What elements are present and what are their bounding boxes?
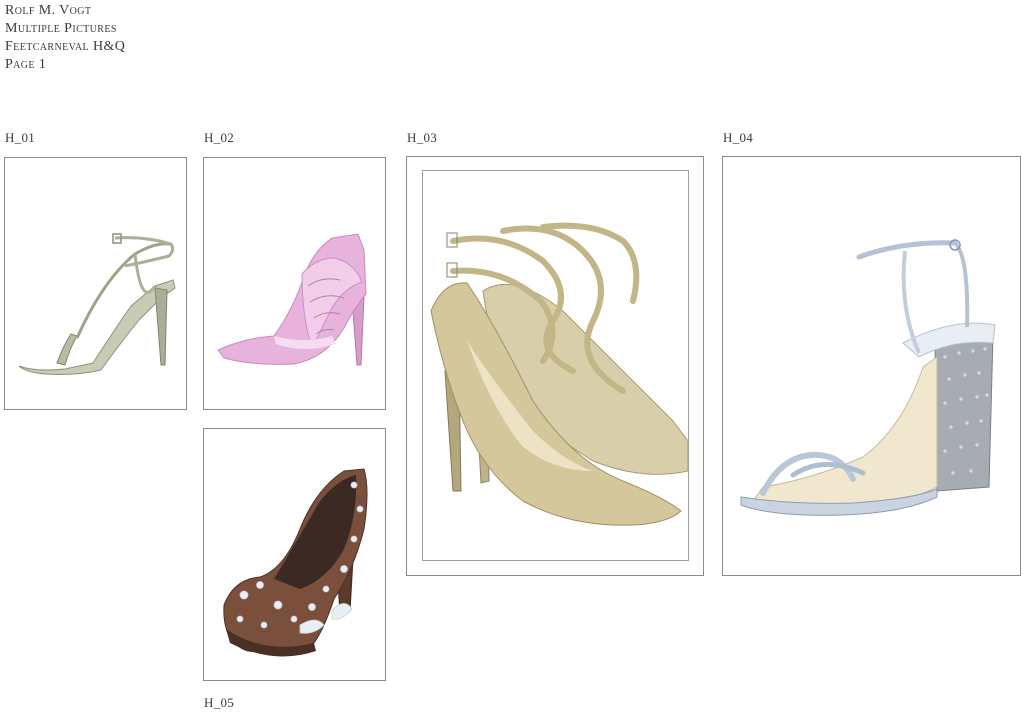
item-label-h03: H_03	[407, 130, 438, 145]
collection-name: Feetcarneval H&Q	[5, 39, 126, 54]
item-label-h05: H_05	[204, 695, 235, 710]
document-header: Rolf M. Vogt Multiple Pictures Feetcarne…	[5, 2, 125, 74]
page-number: Page 1	[5, 57, 47, 72]
shoe-image-h04	[740, 239, 996, 516]
image-frame-h05[interactable]	[203, 428, 386, 681]
shoe-image-h01	[18, 233, 176, 375]
image-frame-h03[interactable]	[406, 156, 704, 576]
image-frame-h01[interactable]	[4, 157, 187, 410]
image-frame-h04[interactable]	[722, 156, 1021, 576]
item-label-h04: H_04	[723, 130, 754, 145]
image-frame-h02[interactable]	[203, 157, 386, 410]
item-label-h02: H_02	[204, 130, 235, 145]
shoe-image-h03	[430, 222, 688, 526]
document-title: Multiple Pictures	[5, 21, 117, 36]
inner-image-frame-h03	[422, 170, 689, 561]
shoe-image-h02	[217, 233, 367, 366]
item-label-h01: H_01	[5, 130, 36, 145]
author-name: Rolf M. Vogt	[5, 3, 92, 18]
shoe-image-h05	[223, 468, 368, 657]
